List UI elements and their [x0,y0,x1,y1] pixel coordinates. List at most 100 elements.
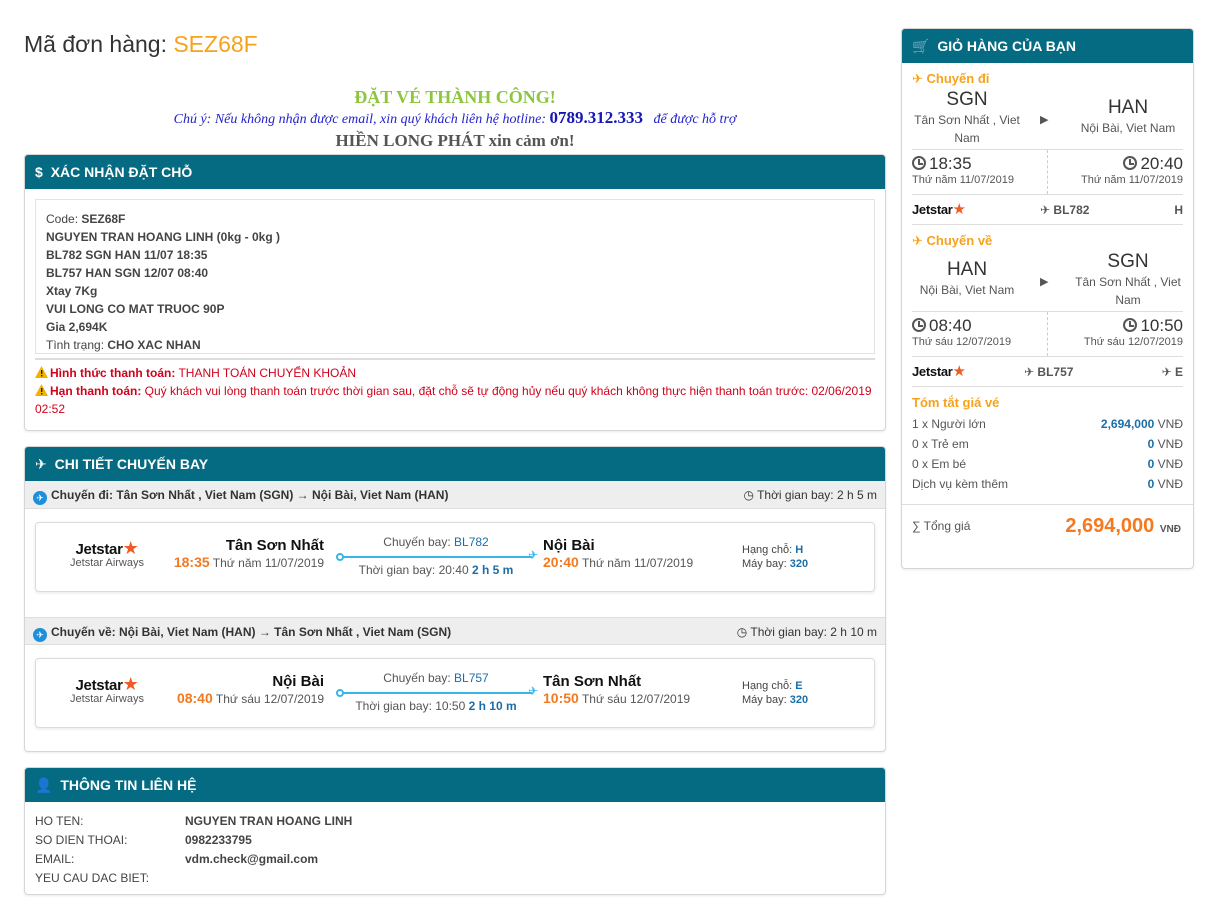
plane-icon: ✈ [912,71,923,86]
booking-details: Code: SEZ68F NGUYEN TRAN HOANG LINH (0kg… [35,199,875,354]
duration-value: 2 h 10 m [468,699,517,713]
route-origin: HAN Nội Bài, Viet Nam [912,259,1022,299]
payment-deadline-value: Quý khách vui lòng thanh toán trước thời… [35,384,872,416]
inbound-flight-card: Jetstar★ Jetstar Airways Nội Bài 08:40 T… [35,658,875,728]
payment-method-line: Hình thức thanh toán: THANH TOÁN CHUYỂN … [35,364,875,382]
payment-deadline-label: Hạn thanh toán: [50,384,142,398]
payment-method-label: Hình thức thanh toán: [50,366,176,380]
arrival-time: 10:50 [1140,316,1183,335]
order-title: Mã đơn hàng: SEZ68F [24,28,886,60]
star-icon: ★ [122,674,139,694]
plane-icon: ✈ [527,684,538,698]
origin-code: HAN [946,259,988,280]
status-label: Tình trạng: [46,338,105,352]
airline-full-name: Jetstar Airways [70,693,144,705]
total-price-row: ∑ Tổng giá 2,694,000 VNĐ [902,504,1193,546]
departure-date: Thứ năm 11/07/2019 [912,174,1014,186]
departure-time: 18:35 [929,154,972,173]
booking-header-label: XÁC NHẬN ĐẶT CHỖ [50,164,193,180]
plane-icon: ✈ [35,456,47,472]
inbound-duration-bar: ◷ Thời gian bay: 2 h 10 m [736,625,877,639]
booking-confirmation-panel: $ XÁC NHẬN ĐẶT CHỖ Code: SEZ68F NGUYEN T… [24,154,886,431]
airline-logo: Jetstar★ [912,201,966,218]
flight-details-panel: ✈ CHI TIẾT CHUYẾN BAY ✈ Chuyến đi: Tân Sơ… [24,446,886,752]
code-label: Code: [46,212,79,226]
origin-name: Nội Bài, Viet Nam [919,283,1015,297]
arrival-date: Thứ sáu 12/07/2019 [1083,336,1183,348]
outbound-route-label: Chuyến đi: Tân Sơn Nhất , Viet Nam (SGN)… [51,488,449,502]
cart-outbound-title: ✈ Chuyến đi [902,63,1193,89]
contact-value: vdm.check@gmail.com [185,852,319,866]
contact-key: SO DIEN THOAI: [35,833,128,847]
price-row: Dịch vụ kèm thêm 0 VNĐ [902,474,1193,494]
code-value: SEZ68F [81,212,126,226]
route-origin: SGN Tân Sơn Nhất , Viet Nam [912,89,1022,147]
currency: VNĐ [1157,437,1183,451]
class-value: E [1174,365,1183,379]
contact-header-label: THÔNG TIN LIÊN HỆ [60,777,197,793]
route-line: ✈ [336,684,538,698]
payment-warnings: Hình thức thanh toán: THANH TOÁN CHUYỂN … [35,358,875,418]
cart-outbound-title-text: Chuyến đi [926,71,990,86]
route-line: ✈ [336,548,538,562]
price-summary-title: Tóm tắt giá vé [912,395,1000,410]
departure-city: Nội Bài [272,673,324,690]
contact-row: SO DIEN THOAI: 0982233795 [35,831,875,850]
currency: VNĐ [1157,457,1183,471]
plane-icon: ✈ [1024,365,1035,379]
class-info: Hạng chỗ: E Máy bay: 320 [742,679,808,707]
aircraft-label: Máy bay: [742,694,787,706]
arrival-info: Tân Sơn Nhất 10:50 Thứ sáu 12/07/2019 [543,673,690,706]
contact-key: HO TEN: [35,814,84,828]
class-info: Hạng chỗ: H Máy bay: 320 [742,543,808,571]
aircraft-label: Máy bay: [742,558,787,570]
plane-icon: ✈ [912,233,923,248]
cart-inbound-flight: Jetstar★ ✈ BL757 ✈ E [912,357,1183,387]
booking-line: BL757 HAN SGN 12/07 08:40 [46,266,209,280]
class-value: H [795,544,804,556]
arrival-date: Thứ sáu 12/07/2019 [581,692,691,706]
airline-name: Jetstar [75,677,123,694]
contact-row: EMAIL: vdm.check@gmail.com [35,850,875,869]
cart-inbound-title-text: Chuyến về [926,233,993,248]
clock-icon [1123,156,1138,170]
airline-name: Jetstar [912,364,953,379]
booking-line: VUI LONG CO MAT TRUOC 90P [46,302,225,316]
success-message: ĐẶT VÉ THÀNH CÔNG! Chú ý: Nếu không nhận… [24,86,886,152]
cart-outbound-times: 18:35 Thứ năm 11/07/2019 20:40 Thứ năm 1… [912,149,1183,195]
success-title: ĐẶT VÉ THÀNH CÔNG! [354,87,556,107]
plane-icon: ✈ [1161,365,1172,379]
cart-outbound-flight: Jetstar★ ✈ BL782 H [912,195,1183,225]
class-value: E [795,680,803,692]
star-icon: ★ [122,538,139,558]
route-destination: SGN Tân Sơn Nhất , Viet Nam [1073,251,1183,309]
clock-icon [912,156,926,170]
duration-value: 2 h 5 m [471,563,514,577]
total-value: 2,694,000 [1065,515,1155,537]
user-icon: 👤 [35,777,53,793]
booking-line: Gia 2,694K [46,320,108,334]
booking-panel-header: $ XÁC NHẬN ĐẶT CHỖ [25,155,885,189]
star-icon: ★ [952,201,966,218]
booking-line: BL782 SGN HAN 11/07 18:35 [46,248,208,262]
currency: VNĐ [1157,417,1183,431]
currency: VNĐ [1157,477,1183,491]
origin-name: Tân Sơn Nhất , Viet Nam [914,113,1020,145]
airline-name: Jetstar [912,202,953,217]
flight-number-wrap: ✈ BL757 [1024,357,1073,387]
airline-logo: Jetstar★ Jetstar Airways [66,538,148,569]
plane-circle-icon: ✈ [33,628,47,642]
class-value: H [1174,203,1183,217]
plane-icon: ✈ [1040,203,1051,217]
flight-number: BL782 [1053,203,1090,217]
price-row: 0 x Em bé 0 VNĐ [902,454,1193,474]
flight-number: BL757 [1037,365,1074,379]
arrival-city: Tân Sơn Nhất [543,673,642,690]
price-row: 1 x Người lớn 2,694,000 VNĐ [902,414,1193,434]
price-label: 1 x Người lớn [912,417,986,431]
cart-icon: 🛒 [912,38,930,54]
flight-info: Chuyến bay: BL782 ✈ Thời gian bay: 20:40… [336,535,538,577]
route-destination: HAN Nội Bài, Viet Nam [1073,97,1183,137]
price-value: 0 [1147,477,1155,491]
aircraft-value: 320 [789,694,809,706]
